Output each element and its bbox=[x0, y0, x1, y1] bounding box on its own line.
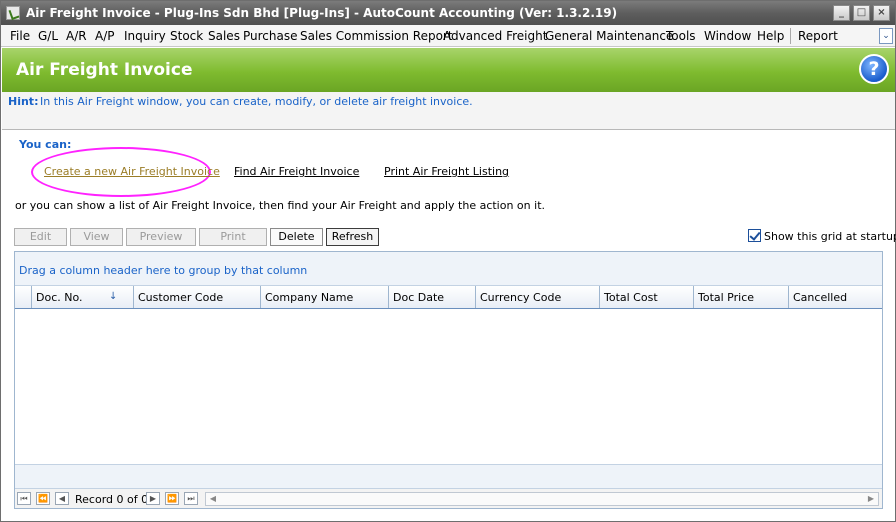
first-record-button[interactable]: ⏮ bbox=[17, 492, 31, 505]
menu-help[interactable]: Help bbox=[757, 29, 784, 43]
record-count: Record 0 of 0 bbox=[75, 493, 149, 506]
grid-body[interactable] bbox=[15, 309, 882, 464]
horizontal-scrollbar[interactable]: ◀ ▶ bbox=[205, 492, 879, 506]
menu-file[interactable]: File bbox=[10, 29, 30, 43]
menu-sales-commission-report[interactable]: Sales Commission Report bbox=[300, 29, 453, 43]
prev-page-button[interactable]: ⏪ bbox=[36, 492, 50, 505]
find-invoice-link[interactable]: Find Air Freight Invoice bbox=[234, 165, 359, 178]
print-button[interactable]: Print bbox=[199, 228, 267, 246]
group-panel[interactable]: Drag a column header here to group by th… bbox=[15, 252, 882, 286]
window-title: Air Freight Invoice - Plug-Ins Sdn Bhd [… bbox=[26, 6, 618, 20]
minimize-button[interactable]: _ bbox=[833, 5, 850, 21]
refresh-button[interactable]: Refresh bbox=[326, 228, 379, 246]
grid-header: Doc. No. ↓ Customer Code Company Name Do… bbox=[15, 286, 882, 309]
preview-button[interactable]: Preview bbox=[126, 228, 196, 246]
edit-button[interactable]: Edit bbox=[14, 228, 67, 246]
next-page-button[interactable]: ⏩ bbox=[165, 492, 179, 505]
prev-record-button[interactable]: ◀ bbox=[55, 492, 69, 505]
you-can-label: You can: bbox=[19, 138, 72, 151]
maximize-button[interactable]: □ bbox=[853, 5, 870, 21]
invoice-grid: Drag a column header here to group by th… bbox=[14, 251, 883, 509]
menu-purchase[interactable]: Purchase bbox=[243, 29, 298, 43]
column-total-price[interactable]: Total Price bbox=[694, 286, 789, 308]
close-button[interactable]: × bbox=[873, 5, 890, 21]
column-customer-code[interactable]: Customer Code bbox=[134, 286, 261, 308]
instruction-text: or you can show a list of Air Freight In… bbox=[15, 199, 545, 212]
menu-bar: File G/L A/R A/P Inquiry Stock Sales Pur… bbox=[1, 25, 895, 47]
create-invoice-link[interactable]: Create a new Air Freight Invoice bbox=[44, 165, 220, 178]
page-header: Air Freight Invoice ? bbox=[2, 48, 895, 92]
menu-sales[interactable]: Sales bbox=[208, 29, 240, 43]
help-icon[interactable]: ? bbox=[859, 54, 889, 84]
menu-ar[interactable]: A/R bbox=[66, 29, 87, 43]
view-button[interactable]: View bbox=[70, 228, 123, 246]
page-title: Air Freight Invoice bbox=[16, 60, 193, 80]
delete-button[interactable]: Delete bbox=[270, 228, 323, 246]
column-cancelled[interactable]: Cancelled bbox=[789, 286, 882, 308]
print-listing-link[interactable]: Print Air Freight Listing bbox=[384, 165, 509, 178]
app-window: Air Freight Invoice - Plug-Ins Sdn Bhd [… bbox=[0, 0, 896, 522]
menu-gl[interactable]: G/L bbox=[38, 29, 58, 43]
hint-panel: Hint: In this Air Freight window, you ca… bbox=[2, 92, 895, 130]
column-company-name[interactable]: Company Name bbox=[261, 286, 389, 308]
next-record-button[interactable]: ▶ bbox=[146, 492, 160, 505]
show-grid-checkbox[interactable] bbox=[748, 229, 761, 242]
menu-advanced-freight[interactable]: Advanced Freight bbox=[443, 29, 547, 43]
menu-separator bbox=[790, 28, 791, 44]
scroll-left-icon[interactable]: ◀ bbox=[206, 493, 220, 505]
last-record-button[interactable]: ⏭ bbox=[184, 492, 198, 505]
menu-inquiry[interactable]: Inquiry bbox=[124, 29, 166, 43]
record-navigator: ⏮ ⏪ ◀ Record 0 of 0 ▶ ⏩ ⏭ ◀ ▶ bbox=[15, 488, 882, 508]
menu-general-maintenance[interactable]: General Maintenance bbox=[545, 29, 673, 43]
hint-label: Hint: bbox=[8, 95, 39, 108]
show-grid-label: Show this grid at startup bbox=[764, 230, 896, 243]
column-currency-code[interactable]: Currency Code bbox=[476, 286, 600, 308]
column-doc-no[interactable]: Doc. No. ↓ bbox=[32, 286, 134, 308]
title-bar[interactable]: Air Freight Invoice - Plug-Ins Sdn Bhd [… bbox=[1, 1, 895, 25]
scroll-right-icon[interactable]: ▶ bbox=[864, 493, 878, 505]
sort-descending-icon: ↓ bbox=[109, 291, 118, 302]
hint-text: In this Air Freight window, you can crea… bbox=[40, 95, 473, 108]
grid-footer bbox=[15, 464, 882, 488]
menu-ap[interactable]: A/P bbox=[95, 29, 115, 43]
menu-window[interactable]: Window bbox=[704, 29, 751, 43]
row-indicator-header bbox=[15, 286, 32, 308]
chevron-down-icon[interactable]: ⌄ bbox=[879, 28, 893, 44]
menu-report[interactable]: Report bbox=[798, 29, 838, 43]
menu-tools[interactable]: Tools bbox=[666, 29, 696, 43]
column-doc-date[interactable]: Doc Date bbox=[389, 286, 476, 308]
app-icon bbox=[6, 6, 20, 20]
column-total-cost[interactable]: Total Cost bbox=[600, 286, 694, 308]
menu-stock[interactable]: Stock bbox=[170, 29, 203, 43]
group-panel-text: Drag a column header here to group by th… bbox=[19, 264, 308, 277]
